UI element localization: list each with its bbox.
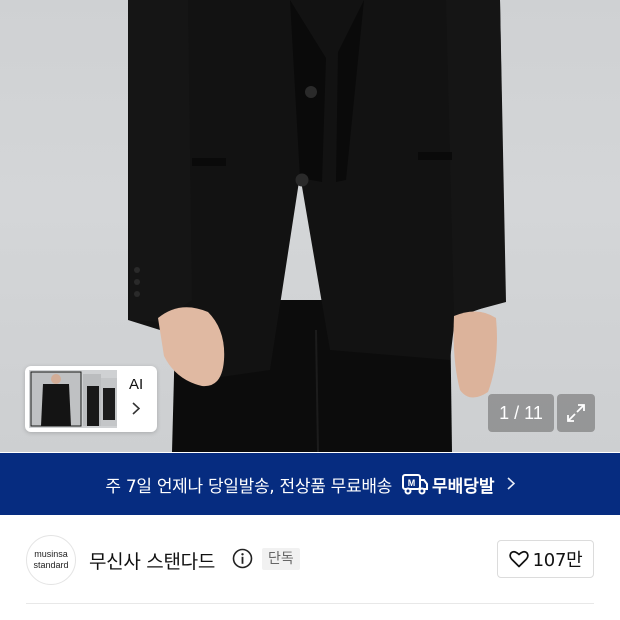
brand-logo-line1: musinsa [34, 549, 68, 559]
exclusive-badge: 단독 [262, 548, 300, 570]
like-button[interactable]: 107만 [497, 540, 594, 578]
product-image[interactable]: AI 1 / 11 [0, 0, 620, 452]
heart-icon [508, 550, 529, 568]
ai-label: AI [129, 376, 144, 393]
chevron-right-icon [507, 475, 515, 494]
info-icon[interactable] [232, 548, 253, 569]
delivery-label: 무배당발 [432, 476, 495, 497]
brand-logo[interactable]: musinsa standard [26, 535, 76, 585]
brand-logo-line2: standard [33, 560, 69, 570]
thumbnail-strip [29, 370, 117, 428]
expand-icon [567, 404, 585, 422]
brand-row: musinsa standard 무신사 스탠다드 단독 107만 [0, 515, 620, 603]
ai-thumbnail-card[interactable]: AI [25, 366, 157, 432]
svg-text:M: M [408, 478, 416, 488]
brand-name[interactable]: 무신사 스탠다드 [89, 547, 215, 574]
free-shipping-banner[interactable]: 주 7일 언제나 당일발송, 전상품 무료배송 M 무배당발 [0, 453, 620, 515]
image-pager: 1 / 11 [488, 394, 554, 432]
delivery-truck-icon: M [402, 474, 429, 495]
chevron-right-icon [132, 402, 141, 419]
expand-image-button[interactable] [557, 394, 595, 432]
banner-text: 주 7일 언제나 당일발송, 전상품 무료배송 [105, 476, 393, 497]
divider [26, 603, 594, 604]
like-count: 107만 [532, 550, 583, 571]
